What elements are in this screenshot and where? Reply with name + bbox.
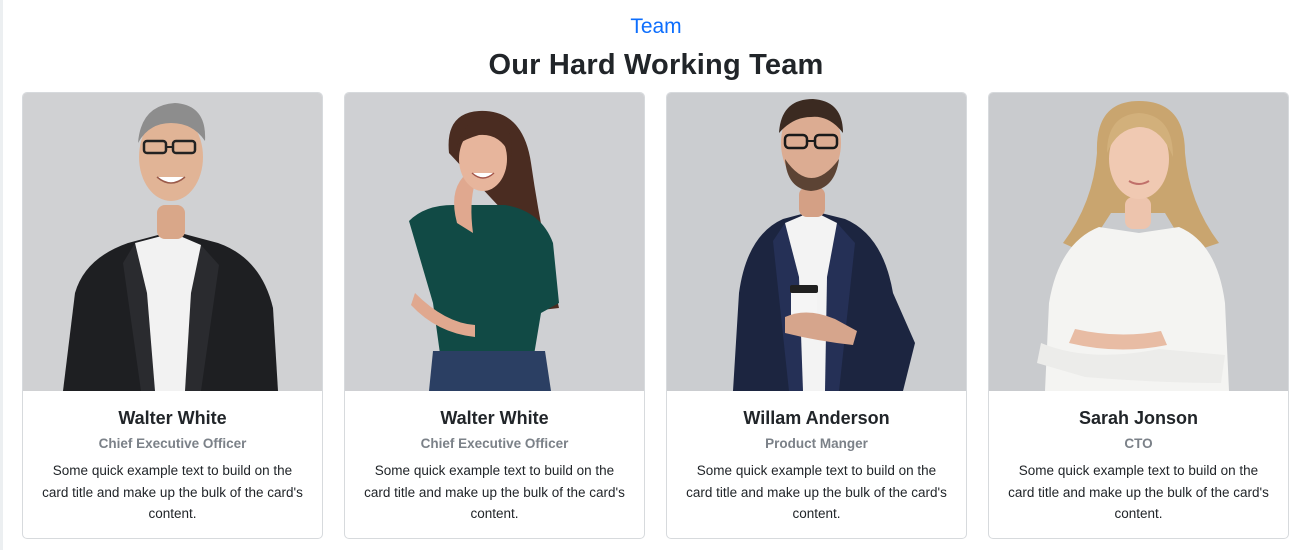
team-member-role: Product Manger xyxy=(765,436,868,451)
team-card: Walter White Chief Executive Officer Som… xyxy=(344,92,645,539)
team-member-photo xyxy=(23,93,322,391)
team-member-name: Walter White xyxy=(440,408,549,428)
team-member-photo xyxy=(345,93,644,391)
team-member-photo xyxy=(667,93,966,391)
team-member-photo xyxy=(989,93,1288,391)
team-member-name: Sarah Jonson xyxy=(1078,408,1199,428)
team-member-role: CTO xyxy=(1124,436,1153,451)
team-member-role: Chief Executive Officer xyxy=(420,436,569,451)
team-member-description: Some quick example text to build on the … xyxy=(42,463,303,521)
team-member-description: Some quick example text to build on the … xyxy=(364,463,625,521)
team-member-name: Willam Anderson xyxy=(743,408,890,428)
team-member-description: Some quick example text to build on the … xyxy=(686,463,947,521)
team-member-description: Some quick example text to build on the … xyxy=(1008,463,1269,521)
team-card: Sarah Jonson CTO Some quick example text… xyxy=(988,92,1289,539)
team-member-role: Chief Executive Officer xyxy=(98,436,247,451)
section-title: Our Hard Working Team xyxy=(488,49,824,81)
team-member-name: Walter White xyxy=(118,408,227,428)
section-eyebrow: Team xyxy=(630,15,682,38)
team-card: Willam Anderson Product Manger Some quic… xyxy=(666,92,967,539)
team-card: Walter White Chief Executive Officer Som… xyxy=(22,92,323,539)
